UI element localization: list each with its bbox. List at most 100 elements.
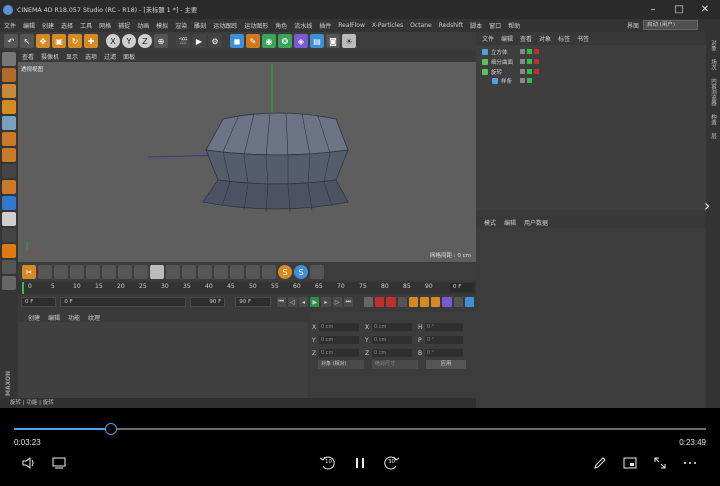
- position-x-field[interactable]: 0 cm: [319, 323, 359, 331]
- menu-script[interactable]: 脚本: [470, 21, 482, 30]
- subdivision-surface-icon[interactable]: ◉: [262, 34, 276, 48]
- timeline-window-icon[interactable]: [464, 297, 474, 307]
- menu-select[interactable]: 选择: [61, 21, 73, 30]
- am-menu-user-data[interactable]: 用户数据: [524, 218, 548, 227]
- material-menu-texture[interactable]: 纹理: [88, 313, 100, 322]
- object-row[interactable]: 样条: [492, 76, 512, 85]
- timeline-tool-icon[interactable]: [38, 265, 52, 279]
- rotate-icon[interactable]: ↻: [68, 34, 82, 48]
- interface-layout-select[interactable]: 启动 (用户): [643, 20, 698, 30]
- rotation-b-field[interactable]: 0 °: [425, 349, 463, 357]
- next-frame-icon[interactable]: ▸: [321, 297, 331, 307]
- end-frame-field[interactable]: 90 F: [235, 297, 271, 307]
- quantize-icon[interactable]: [2, 260, 16, 274]
- key-scale-icon[interactable]: [420, 297, 430, 307]
- preview-min-field[interactable]: 0 F: [60, 297, 186, 307]
- next-key-icon[interactable]: ▷: [332, 297, 342, 307]
- model-mode-icon[interactable]: [2, 68, 16, 82]
- magnet-icon[interactable]: [2, 212, 16, 226]
- object-row[interactable]: 旋转: [482, 67, 502, 76]
- move-icon[interactable]: ✥: [36, 34, 50, 48]
- z-axis-icon[interactable]: Z: [138, 34, 152, 48]
- subtitles-icon[interactable]: [49, 454, 69, 472]
- record-keys-icon[interactable]: [364, 297, 374, 307]
- viewport-menu-filter[interactable]: 过滤: [104, 52, 116, 61]
- key-selection-icon[interactable]: [397, 297, 407, 307]
- solo-icon[interactable]: [2, 276, 16, 290]
- rotation-h-field[interactable]: 0 °: [425, 323, 463, 331]
- object-flags[interactable]: [520, 59, 541, 64]
- object-flags[interactable]: [520, 78, 534, 83]
- timeline-tool-icon[interactable]: [246, 265, 260, 279]
- tab-layers[interactable]: 层: [709, 133, 717, 139]
- more-options-icon[interactable]: [680, 454, 700, 472]
- start-frame-field[interactable]: 0 F: [21, 297, 57, 307]
- am-menu-mode[interactable]: 模式: [484, 218, 496, 227]
- om-menu-bookmarks[interactable]: 书签: [577, 34, 589, 43]
- preview-max-field[interactable]: 90 F: [189, 297, 226, 307]
- menu-character[interactable]: 角色: [275, 21, 287, 30]
- tab-takes[interactable]: 场次: [709, 59, 717, 70]
- texture-mode-icon[interactable]: [2, 84, 16, 98]
- go-to-start-icon[interactable]: ⏮: [276, 297, 286, 307]
- timeline-tool-icon[interactable]: [214, 265, 228, 279]
- render-settings-icon[interactable]: ⚙: [208, 34, 222, 48]
- object-flags[interactable]: [520, 49, 541, 54]
- viewport-menu-display[interactable]: 显示: [66, 52, 78, 61]
- timeline-tool-icon[interactable]: [118, 265, 132, 279]
- key-rotation-icon[interactable]: [431, 297, 441, 307]
- polygons-mode-icon[interactable]: [2, 148, 16, 162]
- key-position-icon[interactable]: [408, 297, 419, 307]
- cube-icon[interactable]: ◼: [230, 34, 244, 48]
- seek-bar[interactable]: [14, 428, 706, 430]
- key-parameter-icon[interactable]: [442, 297, 452, 307]
- coordinate-mode-dropdown[interactable]: 对象 (相对): [318, 360, 364, 369]
- go-to-end-icon[interactable]: ⏭: [343, 297, 353, 307]
- timeline-tool-icon[interactable]: [54, 265, 68, 279]
- object-flags[interactable]: [520, 69, 541, 74]
- undo-icon[interactable]: ↶: [4, 34, 18, 48]
- om-menu-view[interactable]: 查看: [520, 34, 532, 43]
- play-icon[interactable]: ▶: [310, 297, 320, 307]
- lock-workplane-icon[interactable]: [2, 244, 16, 258]
- menu-render[interactable]: 渲染: [175, 21, 187, 30]
- position-z-field[interactable]: 0 cm: [319, 349, 359, 357]
- previous-frame-icon[interactable]: ◂: [298, 297, 309, 307]
- size-x-field[interactable]: 0 cm: [372, 323, 412, 331]
- viewport-menu-options[interactable]: 选项: [85, 52, 97, 61]
- deformer-icon[interactable]: ◈: [294, 34, 308, 48]
- menu-tools[interactable]: 工具: [80, 21, 92, 30]
- menu-window[interactable]: 窗口: [489, 21, 501, 30]
- apply-button[interactable]: 应用: [426, 360, 466, 369]
- volume-icon[interactable]: [19, 454, 39, 472]
- render-view-icon[interactable]: 🎬: [176, 34, 190, 48]
- x-axis-icon[interactable]: X: [106, 34, 120, 48]
- recent-tool-icon[interactable]: ✚: [84, 34, 98, 48]
- tab-content-browser[interactable]: 内容浏览器: [709, 78, 717, 106]
- record-active-icon[interactable]: [375, 297, 385, 307]
- live-select-icon[interactable]: ↖: [20, 34, 34, 48]
- menu-animate[interactable]: 动画: [137, 21, 149, 30]
- timeline-tool-icon[interactable]: [230, 265, 244, 279]
- s-tool-blue-icon[interactable]: S: [294, 265, 308, 279]
- om-menu-edit[interactable]: 编辑: [501, 34, 513, 43]
- object-row[interactable]: 细分曲面: [482, 57, 513, 66]
- menu-motion-tracker[interactable]: 运动跟踪: [213, 21, 237, 30]
- timeline-tool-icon[interactable]: [182, 265, 196, 279]
- skip-back-10-icon[interactable]: 10: [318, 454, 338, 472]
- y-axis-icon[interactable]: Y: [122, 34, 136, 48]
- menu-file[interactable]: 文件: [4, 21, 16, 30]
- menu-mesh[interactable]: 网格: [99, 21, 111, 30]
- menu-octane[interactable]: Octane: [410, 22, 432, 29]
- scale-icon[interactable]: ▣: [52, 34, 66, 48]
- timeline-tool-icon[interactable]: [70, 265, 84, 279]
- timeline-tool-icon[interactable]: [102, 265, 116, 279]
- camera-icon[interactable]: ◙: [326, 34, 340, 48]
- axis-mode-icon[interactable]: [2, 180, 16, 194]
- menu-pipeline[interactable]: 流水线: [294, 21, 312, 30]
- size-z-field[interactable]: 0 cm: [372, 349, 412, 357]
- snap-icon[interactable]: [2, 196, 16, 210]
- previous-key-icon[interactable]: ◁: [287, 297, 297, 307]
- position-y-field[interactable]: 0 cm: [319, 336, 359, 344]
- key-pla-icon[interactable]: [453, 297, 463, 307]
